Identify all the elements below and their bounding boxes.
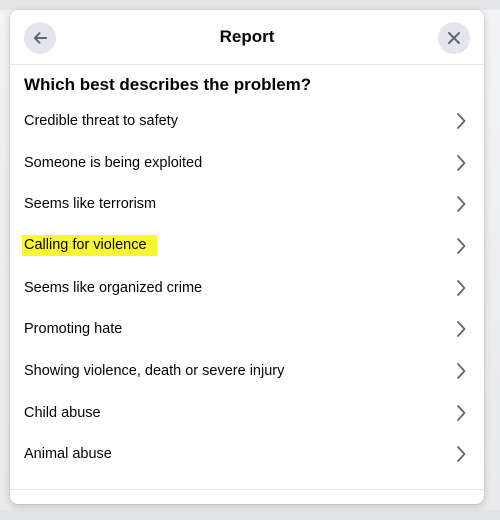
report-option[interactable]: Credible threat to safety (10, 100, 484, 142)
report-option-label: Child abuse (24, 404, 101, 421)
report-option[interactable]: Animal abuse (10, 434, 484, 476)
chevron-right-icon (457, 154, 466, 171)
report-option[interactable]: Seems like organized crime (10, 267, 484, 309)
report-option[interactable]: Showing violence, death or severe injury (10, 350, 484, 392)
chevron-right-icon (457, 446, 466, 463)
chevron-right-icon (457, 238, 466, 254)
report-option-label: Someone is being exploited (24, 154, 203, 171)
chevron-right-icon (457, 112, 466, 129)
backdrop-strip (0, 510, 500, 520)
close-icon (448, 32, 460, 44)
report-option[interactable]: Child abuse (10, 392, 484, 434)
report-dialog: Report Which best describes the problem?… (10, 10, 484, 504)
report-option[interactable]: Promoting hate (10, 308, 484, 350)
chevron-right-icon (457, 321, 466, 338)
report-options-list: Credible threat to safety Someone is bein… (10, 100, 484, 475)
dialog-footer-divider (10, 489, 484, 490)
report-option-label: Showing violence, death or severe injury (24, 362, 285, 379)
close-button[interactable] (438, 22, 470, 54)
chevron-right-icon (457, 363, 466, 379)
report-option[interactable]: Someone is being exploited (10, 142, 484, 184)
report-option-label: Promoting hate (24, 321, 123, 338)
report-option-label: Credible threat to safety (24, 112, 178, 129)
report-option-label: Seems like organized crime (24, 279, 203, 296)
report-option-label: Seems like terrorism (24, 196, 157, 213)
dialog-header: Report (10, 10, 484, 65)
report-option-label: Animal abuse (24, 446, 112, 463)
report-option-label: Calling for violence (22, 235, 157, 257)
report-option[interactable]: Calling for violence (10, 225, 484, 267)
report-option[interactable]: Seems like terrorism (10, 183, 484, 225)
chevron-right-icon (457, 404, 466, 421)
chevron-right-icon (457, 279, 466, 296)
problem-question: Which best describes the problem? (24, 75, 312, 94)
backdrop-strip (0, 0, 500, 10)
dialog-title: Report (219, 27, 275, 46)
chevron-right-icon (457, 196, 466, 213)
